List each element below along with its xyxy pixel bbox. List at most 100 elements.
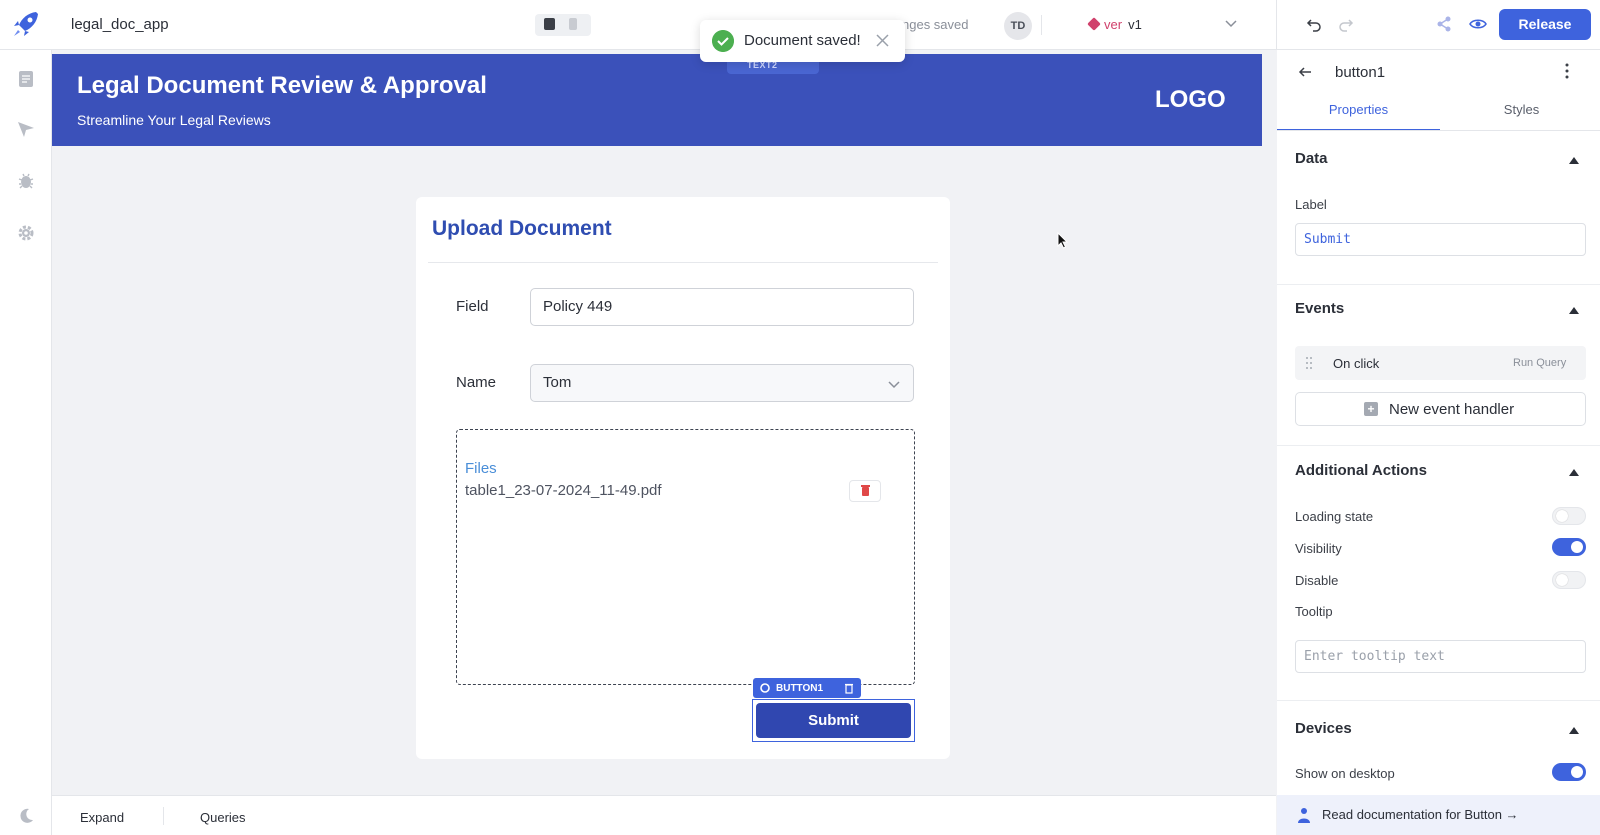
tooltip-label: Tooltip: [1295, 604, 1333, 619]
trash-icon[interactable]: [843, 682, 855, 694]
save-status: nges saved: [902, 17, 969, 32]
divider: [1277, 130, 1600, 131]
toggle-knob: [1571, 541, 1583, 553]
label-input[interactable]: Submit: [1295, 223, 1586, 256]
check-circle-icon: [712, 30, 734, 52]
caret-up-icon[interactable]: [1569, 468, 1579, 476]
version-icon: [1087, 17, 1101, 31]
left-sidebar: [0, 50, 52, 835]
section-events-title[interactable]: Events: [1295, 300, 1344, 317]
caret-up-icon[interactable]: [1569, 306, 1579, 314]
file-dropzone[interactable]: Files table1_23-07-2024_11-49.pdf: [456, 429, 915, 685]
rocket-logo-icon[interactable]: [10, 8, 42, 40]
event-action: Run Query: [1513, 357, 1567, 369]
show-desktop-toggle[interactable]: [1552, 763, 1586, 781]
divider: [1277, 445, 1600, 446]
show-desktop-label: Show on desktop: [1295, 766, 1395, 781]
drag-handle-icon[interactable]: [1305, 356, 1313, 370]
event-handler-row[interactable]: On click Run Query: [1295, 346, 1586, 380]
version-value: v1: [1128, 17, 1142, 32]
visibility-toggle[interactable]: [1552, 538, 1586, 556]
tab-properties[interactable]: Properties: [1277, 102, 1440, 131]
section-additional-title[interactable]: Additional Actions: [1295, 462, 1427, 479]
toggle-knob: [1556, 510, 1568, 522]
section-devices-title[interactable]: Devices: [1295, 720, 1352, 737]
divider: [428, 262, 938, 263]
release-button[interactable]: Release: [1499, 9, 1591, 40]
preview-eye-icon[interactable]: [1466, 12, 1490, 36]
mouse-cursor-icon: [1057, 232, 1069, 249]
toggle-knob: [1556, 574, 1568, 586]
visibility-label: Visibility: [1295, 541, 1342, 556]
divider: [163, 807, 164, 825]
field-input[interactable]: Policy 449: [530, 288, 914, 326]
share-icon[interactable]: [1434, 14, 1454, 34]
docs-person-icon: [1298, 808, 1310, 823]
tag-label: BUTTON1: [776, 683, 824, 694]
disable-toggle[interactable]: [1552, 571, 1586, 589]
upload-form-card: Upload Document Field Policy 449 Name To…: [416, 197, 950, 759]
divider: [1277, 700, 1600, 701]
chevron-down-icon[interactable]: [1224, 16, 1238, 30]
tooltip-input[interactable]: Enter tooltip text: [1295, 640, 1586, 673]
new-event-handler-label: New event handler: [1389, 401, 1515, 418]
trash-icon: [861, 485, 870, 496]
label-input-value: Submit: [1304, 232, 1351, 247]
mobile-icon[interactable]: [569, 18, 577, 30]
toast-notification: Document saved!: [700, 20, 905, 62]
chevron-down-icon[interactable]: [887, 377, 901, 391]
selected-component-tag[interactable]: BUTTON1: [753, 678, 861, 698]
header-subtitle: Streamline Your Legal Reviews: [77, 112, 271, 128]
redo-icon[interactable]: [1338, 16, 1354, 32]
delete-file-button[interactable]: [849, 480, 881, 502]
expand-button[interactable]: Expand: [80, 810, 124, 825]
toast-message: Document saved!: [744, 32, 861, 49]
divider: [1277, 284, 1600, 285]
gear-icon[interactable]: [17, 224, 35, 242]
send-icon[interactable]: [17, 120, 35, 138]
field-input-value: Policy 449: [543, 298, 613, 315]
submit-button[interactable]: Submit: [756, 703, 911, 738]
loading-state-toggle[interactable]: [1552, 507, 1586, 525]
files-label: Files: [465, 460, 497, 477]
divider: [1041, 15, 1042, 35]
event-name: On click: [1333, 356, 1380, 371]
toggle-knob: [1571, 766, 1583, 778]
section-data-title[interactable]: Data: [1295, 150, 1328, 167]
bug-icon[interactable]: [17, 172, 35, 190]
inspector-panel: button1 Properties Styles Data Label Sub…: [1277, 50, 1600, 835]
new-event-handler-button[interactable]: + New event handler: [1295, 392, 1586, 426]
plus-icon: +: [1364, 402, 1378, 416]
arrow-left-icon[interactable]: [1297, 64, 1313, 80]
caret-up-icon[interactable]: [1569, 156, 1579, 164]
device-toggle[interactable]: [535, 14, 591, 36]
header-logo-text: LOGO: [1155, 86, 1226, 113]
queries-button[interactable]: Queries: [200, 810, 246, 825]
docs-link-bar[interactable]: Read documentation for Button →: [1277, 795, 1600, 835]
tab-styles[interactable]: Styles: [1440, 102, 1600, 128]
bottom-bar: Expand Queries: [52, 795, 1276, 835]
loading-state-label: Loading state: [1295, 509, 1374, 524]
app-name[interactable]: legal_doc_app: [71, 16, 169, 33]
version-label: ver: [1104, 17, 1123, 32]
component-name[interactable]: button1: [1335, 64, 1385, 81]
label-prop-label: Label: [1295, 197, 1327, 212]
caret-up-icon[interactable]: [1569, 726, 1579, 734]
tooltip-placeholder: Enter tooltip text: [1304, 649, 1445, 664]
gear-icon[interactable]: [759, 682, 771, 694]
name-label: Name: [456, 374, 497, 391]
desktop-icon[interactable]: [544, 18, 555, 30]
undo-icon[interactable]: [1306, 16, 1322, 32]
uploaded-file-name: table1_23-07-2024_11-49.pdf: [465, 482, 662, 499]
more-vertical-icon[interactable]: [1559, 62, 1575, 80]
disable-label: Disable: [1295, 573, 1339, 588]
docs-link[interactable]: Read documentation for Button →: [1322, 807, 1519, 822]
avatar[interactable]: TD: [1004, 12, 1032, 40]
header-title: Legal Document Review & Approval: [77, 72, 487, 99]
pages-icon[interactable]: [17, 70, 35, 88]
dark-mode-moon-icon[interactable]: [17, 807, 35, 825]
name-select[interactable]: Tom: [530, 364, 914, 402]
header-banner[interactable]: [52, 54, 1262, 146]
close-icon[interactable]: [874, 32, 891, 49]
version-selector[interactable]: ver v1: [1087, 17, 1142, 32]
